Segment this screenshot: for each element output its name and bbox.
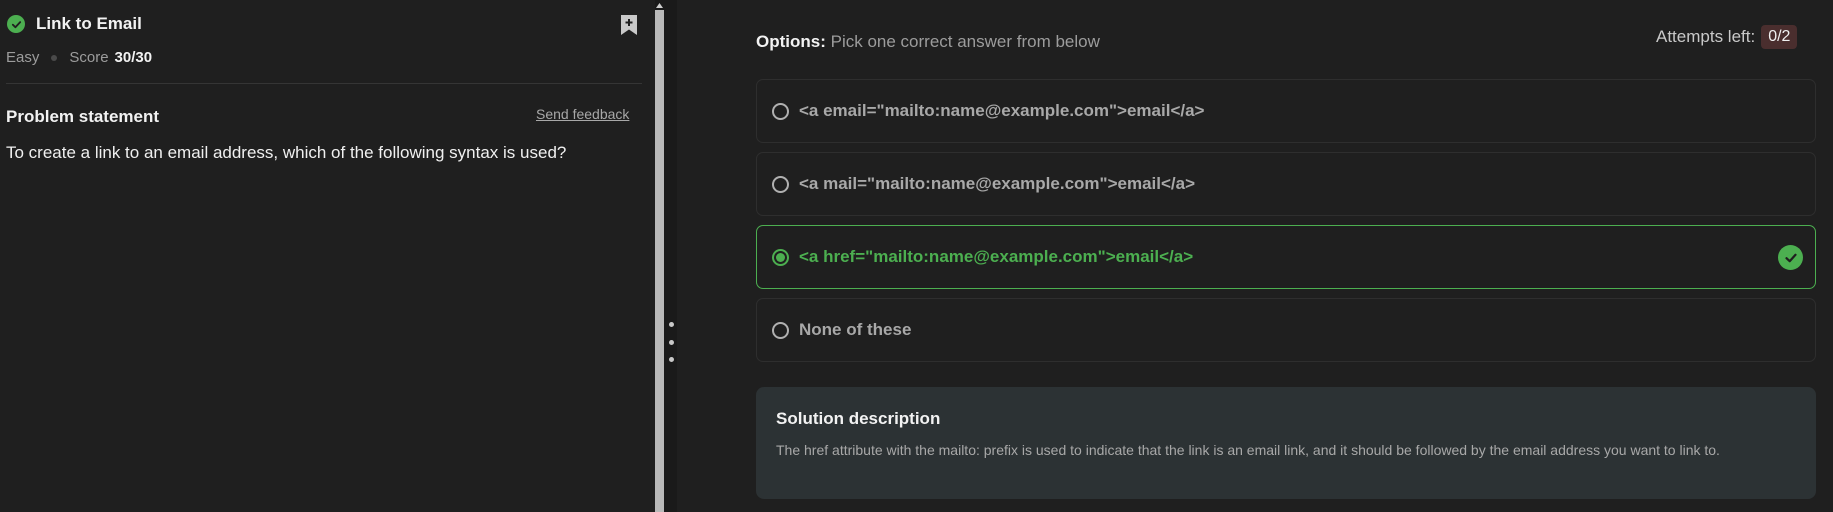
solution-text: The href attribute with the mailto: pref… [776,442,1720,458]
problem-meta: Easy Score 30/30 [6,49,152,66]
problem-panel: Link to Email Easy Score 30/30 Problem s… [0,0,655,512]
solution-heading: Solution description [776,409,941,428]
divider [6,83,642,84]
attempts-left: Attempts left: 0/2 [1656,25,1798,49]
options-heading: Options: Pick one correct answer from be… [756,32,1100,52]
attempts-label: Attempts left: [1656,27,1756,46]
answer-option-selected[interactable]: <a href="mailto:name@example.com">email<… [756,225,1816,289]
problem-statement-heading: Problem statement [6,107,160,126]
radio-button[interactable] [772,102,789,120]
score-label: Score [69,49,109,66]
send-feedback-link[interactable]: Send feedback [536,106,629,122]
problem-title-row: Link to Email [7,14,142,34]
options-label: Options: [756,32,826,51]
answer-option[interactable]: <a mail="mailto:name@example.com">email<… [756,152,1816,216]
solved-check-icon [7,15,25,33]
bookmark-add-icon[interactable] [620,14,638,36]
score-value: 30/30 [114,49,153,66]
options-hint: Pick one correct answer from below [830,32,1100,51]
problem-title: Link to Email [36,14,142,33]
radio-button[interactable] [772,175,789,193]
option-label: <a href="mailto:name@example.com">email<… [799,247,1194,266]
answer-option[interactable]: None of these [756,298,1816,362]
radio-button-selected[interactable] [772,248,789,266]
option-label: None of these [799,320,912,339]
attempts-badge: 0/2 [1761,25,1798,49]
option-label: <a mail="mailto:name@example.com">email<… [799,174,1196,193]
problem-statement-text: To create a link to an email address, wh… [6,143,567,162]
vertical-grip-icon[interactable] [668,322,674,362]
option-label: <a email="mailto:name@example.com">email… [799,101,1205,120]
solution-description: Solution description The href attribute … [756,387,1816,499]
answer-option[interactable]: <a email="mailto:name@example.com">email… [756,79,1816,143]
separator-dot [51,54,58,61]
radio-button[interactable] [772,321,789,339]
correct-check-icon [1778,245,1803,270]
scroll-up-icon[interactable] [655,0,664,10]
difficulty-label: Easy [6,49,40,66]
left-panel-scrollbar[interactable] [655,10,664,512]
